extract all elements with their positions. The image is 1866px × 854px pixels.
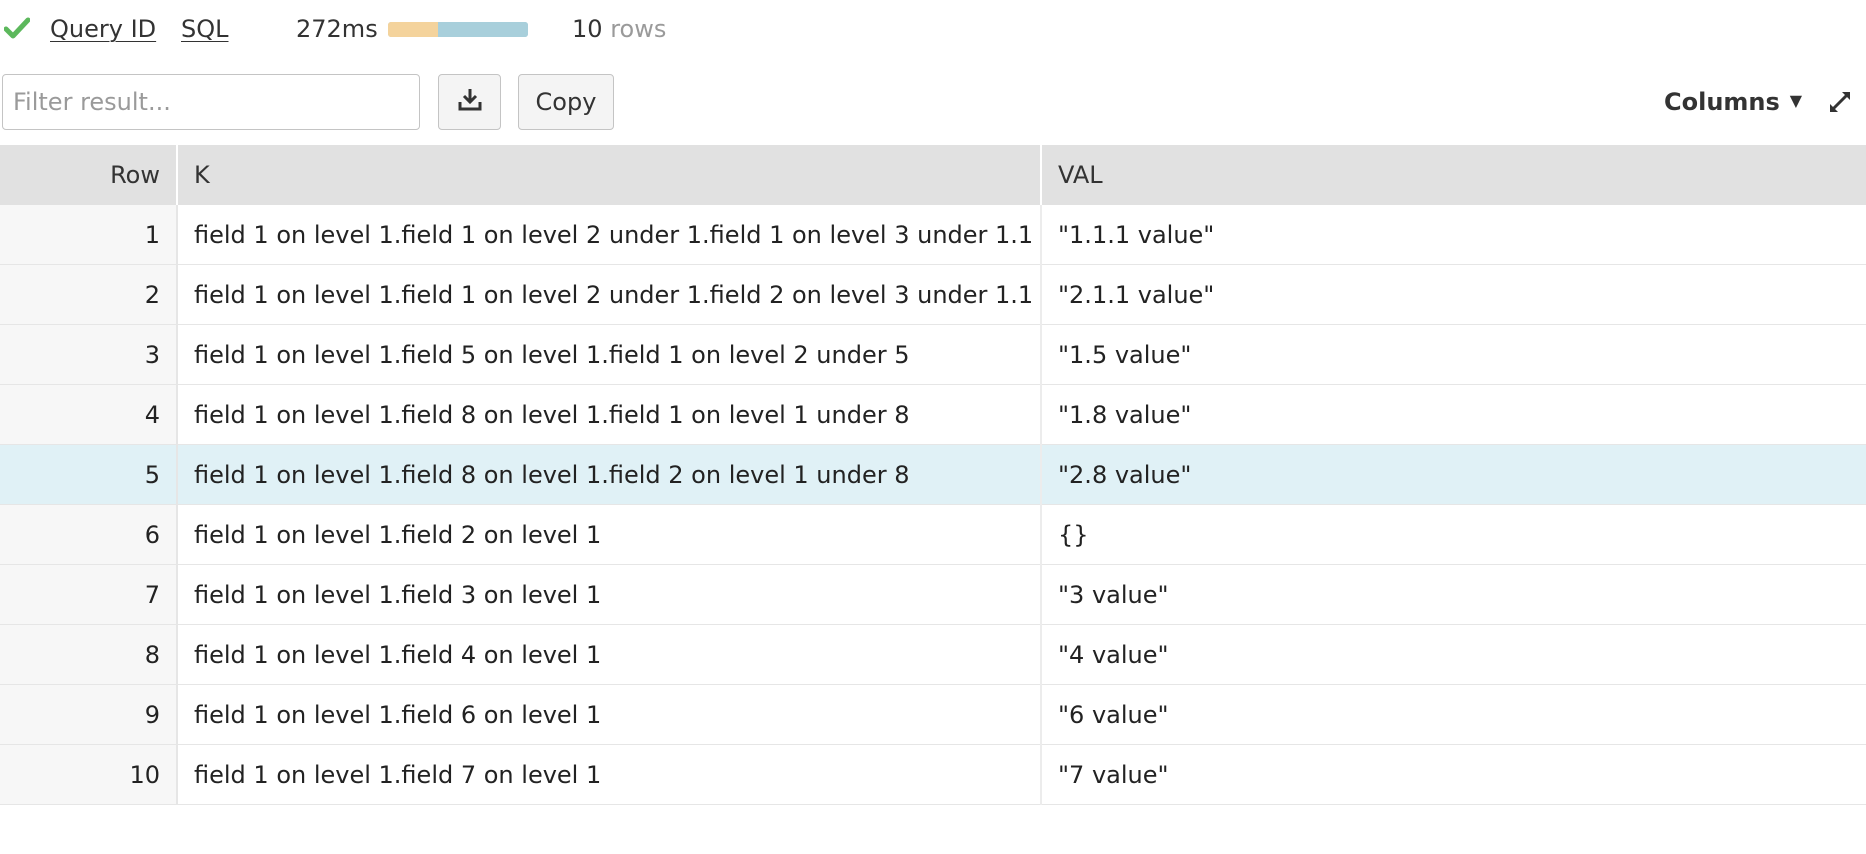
table-row[interactable]: 7 field 1 on level 1.field 3 on level 1 "3… xyxy=(0,564,1866,625)
caret-down-icon: ▼ xyxy=(1789,91,1803,110)
val-cell[interactable]: "4 value" xyxy=(1041,624,1866,685)
column-header-row[interactable]: Row xyxy=(0,145,178,205)
filter-result-input[interactable] xyxy=(2,74,420,130)
row-number-cell[interactable]: 1 xyxy=(0,205,178,265)
row-number-cell[interactable]: 9 xyxy=(0,684,178,745)
row-count-value: 10 xyxy=(572,15,603,43)
row-number-cell[interactable]: 10 xyxy=(0,744,178,805)
val-cell[interactable]: "7 value" xyxy=(1041,744,1866,805)
table-row[interactable]: 4 field 1 on level 1.field 8 on level 1.f… xyxy=(0,384,1866,445)
val-cell[interactable]: "3 value" xyxy=(1041,564,1866,625)
sql-link[interactable]: SQL xyxy=(181,13,229,45)
result-table: Row K VAL 1 field 1 on level 1.field 1 on… xyxy=(0,145,1866,805)
k-cell[interactable]: field 1 on level 1.field 1 on level 2 un… xyxy=(177,205,1042,265)
columns-dropdown[interactable]: Columns ▼ xyxy=(1664,82,1802,122)
table-row[interactable]: 6 field 1 on level 1.field 2 on level 1{} xyxy=(0,504,1866,565)
table-row[interactable]: 2 field 1 on level 1.field 1 on level 2 u… xyxy=(0,264,1866,325)
table-header-row: Row K VAL xyxy=(0,145,1866,205)
k-cell[interactable]: field 1 on level 1.field 5 on level 1.fi… xyxy=(177,324,1042,385)
query-status-bar: Query ID SQL 272ms 10 rows xyxy=(0,0,1866,60)
val-cell[interactable]: "2.8 value" xyxy=(1041,444,1866,505)
val-cell[interactable]: "1.5 value" xyxy=(1041,324,1866,385)
val-cell[interactable]: {} xyxy=(1041,504,1866,565)
column-header-val[interactable]: VAL xyxy=(1041,145,1866,205)
table-row[interactable]: 8 field 1 on level 1.field 4 on level 1 "4… xyxy=(0,624,1866,685)
query-id-link[interactable]: Query ID xyxy=(50,13,156,45)
row-number-cell[interactable]: 3 xyxy=(0,324,178,385)
row-count: 10 rows xyxy=(572,13,666,45)
row-count-unit: rows xyxy=(610,15,667,43)
table-row[interactable]: 5 field 1 on level 1.field 8 on level 1.f… xyxy=(0,444,1866,505)
row-number-cell[interactable]: 4 xyxy=(0,384,178,445)
timing-bar-segment-running xyxy=(438,22,528,37)
table-row[interactable]: 1 field 1 on level 1.field 1 on level 2 u… xyxy=(0,205,1866,265)
download-button[interactable] xyxy=(438,74,501,130)
expand-icon[interactable] xyxy=(1828,90,1852,114)
row-number-cell[interactable]: 5 xyxy=(0,444,178,505)
val-cell[interactable]: "2.1.1 value" xyxy=(1041,264,1866,325)
table-row[interactable]: 10 field 1 on level 1.field 7 on level 1 "… xyxy=(0,744,1866,805)
k-cell[interactable]: field 1 on level 1.field 7 on level 1 xyxy=(177,744,1042,805)
table-row[interactable]: 3 field 1 on level 1.field 5 on level 1.f… xyxy=(0,324,1866,385)
timing-bar xyxy=(388,22,528,37)
columns-dropdown-label: Columns xyxy=(1664,88,1780,116)
k-cell[interactable]: field 1 on level 1.field 4 on level 1 xyxy=(177,624,1042,685)
timing-bar-segment-queued xyxy=(388,22,439,37)
row-number-cell[interactable]: 7 xyxy=(0,564,178,625)
k-cell[interactable]: field 1 on level 1.field 1 on level 2 un… xyxy=(177,264,1042,325)
table-row[interactable]: 9 field 1 on level 1.field 6 on level 1 "6… xyxy=(0,684,1866,745)
k-cell[interactable]: field 1 on level 1.field 2 on level 1 xyxy=(177,504,1042,565)
val-cell[interactable]: "1.1.1 value" xyxy=(1041,205,1866,265)
k-cell[interactable]: field 1 on level 1.field 3 on level 1 xyxy=(177,564,1042,625)
k-cell[interactable]: field 1 on level 1.field 6 on level 1 xyxy=(177,684,1042,745)
download-icon xyxy=(458,87,482,117)
val-cell[interactable]: "1.8 value" xyxy=(1041,384,1866,445)
column-header-k[interactable]: K xyxy=(177,145,1042,205)
result-toolbar: Copy Columns ▼ xyxy=(0,74,1866,130)
row-number-cell[interactable]: 8 xyxy=(0,624,178,685)
elapsed-time: 272ms xyxy=(296,15,378,43)
k-cell[interactable]: field 1 on level 1.field 8 on level 1.fi… xyxy=(177,384,1042,445)
k-cell[interactable]: field 1 on level 1.field 8 on level 1.fi… xyxy=(177,444,1042,505)
checkmark-icon xyxy=(3,17,31,39)
copy-button[interactable]: Copy xyxy=(518,74,614,130)
row-number-cell[interactable]: 2 xyxy=(0,264,178,325)
row-number-cell[interactable]: 6 xyxy=(0,504,178,565)
val-cell[interactable]: "6 value" xyxy=(1041,684,1866,745)
